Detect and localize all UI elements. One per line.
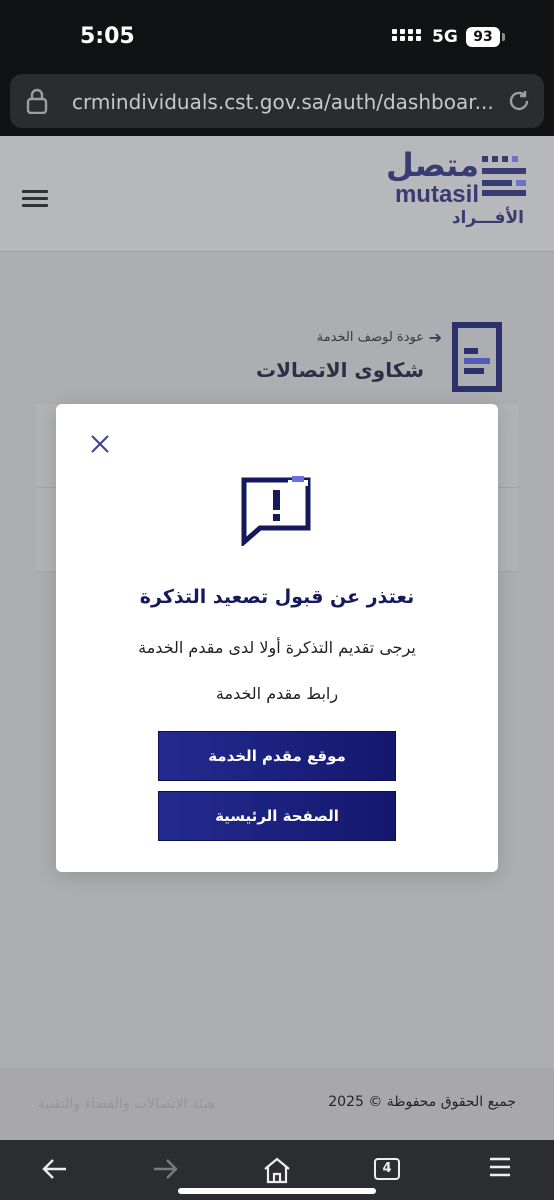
home-icon[interactable] (262, 1156, 292, 1188)
battery-tip (502, 33, 505, 41)
battery-icon: 93 (466, 27, 500, 47)
alert-message-icon (240, 476, 312, 550)
browser-toolbar: 4 (0, 1140, 554, 1200)
dialog-message: يرجى تقديم التذكرة أولا لدى مقدم الخدمة (138, 638, 416, 657)
forward-icon[interactable] (152, 1156, 178, 1186)
home-indicator (178, 1188, 376, 1194)
back-icon[interactable] (42, 1156, 68, 1186)
status-bar: 5:05 5G 93 (0, 0, 554, 70)
reload-icon[interactable] (506, 88, 532, 118)
dialog-title: نعتذر عن قبول تصعيد التذكرة (139, 586, 415, 608)
url-text[interactable]: crmindividuals.cst.gov.sa/auth/dashboar.… (72, 90, 494, 114)
browser-chrome: crmindividuals.cst.gov.sa/auth/dashboar.… (0, 70, 554, 136)
tabs-count-icon[interactable]: 4 (374, 1158, 400, 1180)
close-icon[interactable] (90, 434, 110, 458)
menu-lines-icon[interactable] (488, 1156, 512, 1182)
error-dialog: نعتذر عن قبول تصعيد التذكرة يرجى تقديم ا… (56, 404, 498, 872)
provider-site-button[interactable]: موقع مقدم الخدمة (158, 731, 396, 781)
address-bar[interactable]: crmindividuals.cst.gov.sa/auth/dashboar.… (10, 74, 544, 128)
status-time: 5:05 (80, 24, 135, 49)
provider-link-text[interactable]: رابط مقدم الخدمة (56, 684, 498, 703)
network-type: 5G (432, 27, 458, 47)
lock-icon (26, 88, 48, 118)
home-page-button[interactable]: الصفحة الرئيسية (158, 791, 396, 841)
